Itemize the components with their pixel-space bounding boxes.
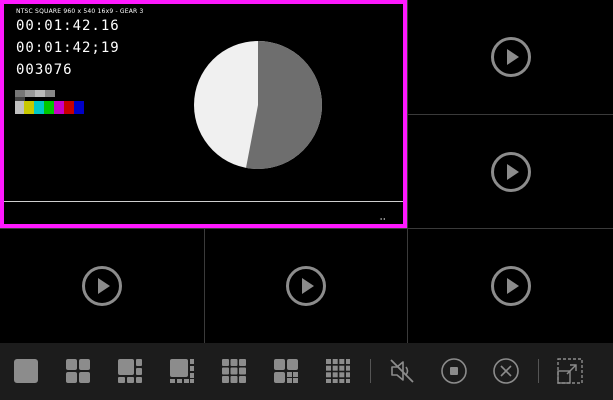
color-bars <box>15 90 84 114</box>
feed-header: NTSC SQUARE 960 x 540 16x9 - GEAR 3 <box>16 8 144 15</box>
layout-1plus7-button[interactable] <box>272 357 300 385</box>
layout-3x3-button[interactable] <box>220 357 248 385</box>
layout-4x4-button[interactable] <box>324 357 352 385</box>
layout-2x2-button[interactable] <box>64 357 92 385</box>
timecode-primary: 00:01:42.16 <box>16 18 120 34</box>
layout-1plus3-icon <box>118 359 142 383</box>
layout-1plus5-icon <box>170 359 194 383</box>
layout-1plus3-button[interactable] <box>116 357 144 385</box>
frame-counter: 003076 <box>16 62 73 78</box>
pie-clock-graphic <box>194 41 322 169</box>
video-grid: NTSC SQUARE 960 x 540 16x9 - GEAR 3 00:0… <box>0 0 613 343</box>
play-icon[interactable] <box>490 36 532 78</box>
video-tile-5[interactable] <box>205 229 407 343</box>
toolbar <box>0 343 613 400</box>
close-icon <box>493 358 519 384</box>
fullscreen-icon <box>557 358 583 384</box>
safe-area-line <box>4 201 403 202</box>
corner-mark: ◂ ◂ <box>379 216 385 221</box>
video-tile-3[interactable] <box>408 115 613 228</box>
layout-1plus5-button[interactable] <box>168 357 196 385</box>
close-button[interactable] <box>492 357 520 385</box>
stop-icon <box>441 358 467 384</box>
video-tile-4[interactable] <box>0 229 204 343</box>
play-icon[interactable] <box>490 151 532 193</box>
toolbar-separator <box>538 359 539 383</box>
layout-1plus7-icon <box>274 359 298 383</box>
layout-1x1-button[interactable] <box>12 357 40 385</box>
layout-4x4-icon <box>326 359 350 383</box>
mute-button[interactable] <box>388 357 416 385</box>
fullscreen-button[interactable] <box>556 357 584 385</box>
play-icon[interactable] <box>81 265 123 307</box>
layout-2x2-icon <box>66 359 90 383</box>
video-tile-6[interactable] <box>408 229 613 343</box>
video-tile-2[interactable] <box>408 0 613 114</box>
mute-icon <box>390 359 414 383</box>
active-video-tile[interactable]: NTSC SQUARE 960 x 540 16x9 - GEAR 3 00:0… <box>0 0 407 228</box>
stop-button[interactable] <box>440 357 468 385</box>
toolbar-separator <box>370 359 371 383</box>
play-icon[interactable] <box>285 265 327 307</box>
layout-3x3-icon <box>222 359 246 383</box>
timecode-secondary: 00:01:42;19 <box>16 40 120 56</box>
layout-1x1-icon <box>14 359 38 383</box>
play-icon[interactable] <box>490 265 532 307</box>
